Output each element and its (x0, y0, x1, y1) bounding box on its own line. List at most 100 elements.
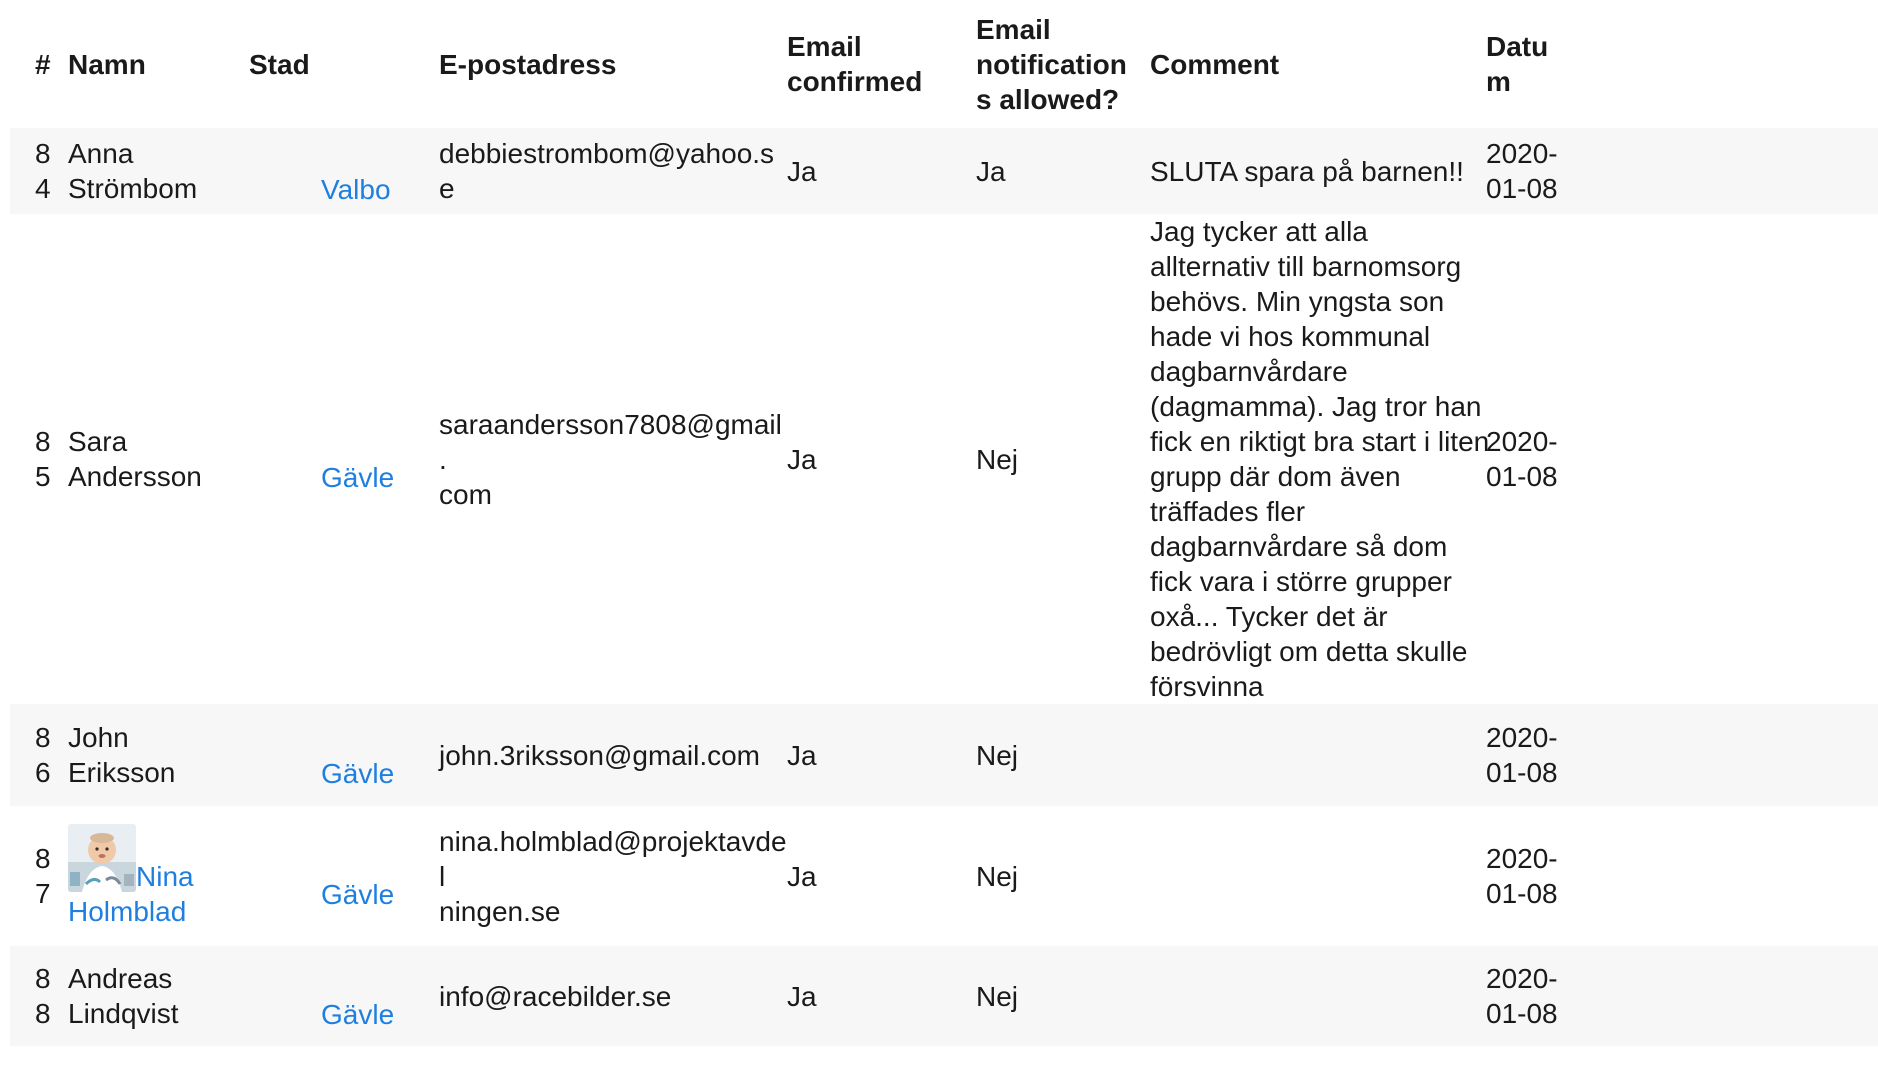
header-comment-label: Comment (1150, 48, 1280, 80)
row-name-line-1[interactable]: Nina (136, 861, 194, 892)
city-link[interactable]: Valbo (321, 174, 391, 205)
row-email-confirmed-text: Ja (787, 860, 817, 892)
header-number[interactable]: # (10, 0, 68, 128)
row-number-line-2: 4 (35, 173, 51, 204)
header-date-label-2: m (1486, 66, 1511, 97)
city-link[interactable]: Gävle (321, 462, 394, 493)
row-city: Gävle (249, 214, 439, 704)
signatures-table: # Namn Stad E-postadress Email confirmed… (10, 0, 1878, 1046)
row-number-line-1: 8 (35, 963, 51, 994)
row-notifications-text: Nej (976, 980, 1019, 1012)
avatar[interactable] (68, 823, 136, 892)
row-comment-text: Jag tycker att alla allternativ till bar… (1150, 216, 1490, 702)
row-city: Gävle (249, 806, 439, 946)
row-email-confirmed: Ja (787, 214, 976, 704)
row-date-line-2: 01-08 (1486, 461, 1558, 492)
table-row: 8 6 John Eriksson Gävle john.3riksson@gm… (10, 704, 1878, 806)
header-email[interactable]: E-postadress (439, 0, 787, 128)
row-date: 2020- 01-08 (1486, 946, 1878, 1046)
row-notifications-text: Ja (976, 155, 1006, 187)
row-name-line-2[interactable]: Holmblad (68, 894, 249, 929)
row-email: saraandersson7808@gmail. com (439, 214, 787, 704)
row-notifications-allowed: Nej (976, 806, 1150, 946)
row-name: Anna Strömbom (68, 128, 249, 214)
row-number: 8 4 (10, 128, 68, 214)
row-email-confirmed-text: Ja (787, 155, 817, 187)
row-date-line-2: 01-08 (1486, 998, 1558, 1029)
row-notifications-text: Nej (976, 739, 1019, 771)
row-number-line-2: 5 (35, 461, 51, 492)
header-city[interactable]: Stad (249, 0, 439, 128)
row-date-line-2: 01-08 (1486, 878, 1558, 909)
row-email: nina.holmblad@projektavdel ningen.se (439, 806, 787, 946)
row-email: info@racebilder.se (439, 946, 787, 1046)
row-email-line-2: com (439, 478, 492, 510)
row-name-line-1: John (68, 722, 129, 753)
signatures-table-wrapper: # Namn Stad E-postadress Email confirmed… (10, 0, 1878, 1046)
row-name-line-1: Andreas (68, 963, 173, 994)
table-row: 8 7 Nina Holmblad Gävle nina.holmblad@pr… (10, 806, 1878, 946)
row-email-confirmed-text: Ja (787, 980, 817, 1012)
row-email: john.3riksson@gmail.com (439, 704, 787, 806)
row-comment: SLUTA spara på barnen!! (1150, 128, 1486, 214)
row-number-line-1: 8 (35, 138, 51, 169)
header-email-confirmed[interactable]: Email confirmed (787, 0, 976, 128)
row-email-confirmed-text: Ja (787, 739, 817, 771)
header-email-confirmed-label-1: Email (787, 31, 862, 62)
row-email-confirmed: Ja (787, 128, 976, 214)
row-date-line-1: 2020- (1486, 722, 1558, 753)
row-email-confirmed: Ja (787, 946, 976, 1046)
row-city: Valbo (249, 128, 439, 214)
header-comment[interactable]: Comment (1150, 0, 1486, 128)
row-email-text: info@racebilder.se (439, 980, 672, 1012)
row-name-line-2: Strömbom (68, 173, 198, 204)
row-number: 8 5 (10, 214, 68, 704)
header-name[interactable]: Namn (68, 0, 249, 128)
row-comment: Jag tycker att alla allternativ till bar… (1150, 214, 1489, 704)
row-date-line-2: 01-08 (1486, 757, 1558, 788)
city-link[interactable]: Gävle (321, 999, 394, 1030)
user-profile-link[interactable]: Nina Holmblad (68, 823, 249, 929)
row-number-line-1: 8 (35, 843, 51, 874)
header-notifications-label-1: Email (976, 13, 1051, 45)
row-notifications-allowed: Nej (976, 946, 1150, 1046)
row-date: 2020- 01-08 (1486, 128, 1878, 214)
row-number-line-2: 8 (35, 998, 51, 1029)
table-row: 8 4 Anna Strömbom Valbo debbiestrombom@y… (10, 128, 1878, 214)
row-date-line-1: 2020- (1486, 963, 1558, 994)
row-number-line-2: 6 (35, 757, 51, 788)
row-email-text: john.3riksson@gmail.com (439, 739, 760, 771)
row-number-line-2: 7 (35, 878, 51, 909)
row-number: 8 8 (10, 946, 68, 1046)
city-link[interactable]: Gävle (321, 879, 394, 910)
header-date[interactable]: Datu m (1486, 0, 1878, 128)
row-notifications-text: Nej (976, 443, 1019, 475)
row-number-line-1: 8 (35, 722, 51, 753)
row-city: Gävle (249, 704, 439, 806)
row-number-line-1: 8 (35, 426, 51, 457)
header-email-confirmed-label-2: confirmed (787, 66, 923, 97)
row-date-line-1: 2020- (1486, 843, 1558, 874)
row-name-line-2: Lindqvist (68, 998, 179, 1029)
header-name-label: Namn (68, 48, 146, 80)
row-email-line-2: ningen.se (439, 895, 561, 927)
row-email-confirmed-text: Ja (787, 443, 817, 475)
row-email-confirmed: Ja (787, 704, 976, 806)
row-comment (1150, 806, 1486, 946)
row-number: 8 6 (10, 704, 68, 806)
row-number: 8 7 (10, 806, 68, 946)
row-name-line-2: Andersson (68, 461, 202, 492)
row-name: Andreas Lindqvist (68, 946, 249, 1046)
row-date: 2020- 01-08 (1486, 214, 1878, 704)
table-row: 8 5 Sara Andersson Gävle saraandersson78… (10, 214, 1878, 704)
row-name: Sara Andersson (68, 214, 249, 704)
row-comment-text: SLUTA spara på barnen!! (1150, 155, 1464, 187)
table-row: 8 8 Andreas Lindqvist Gävle info@racebil… (10, 946, 1878, 1046)
row-notifications-text: Nej (976, 860, 1019, 892)
header-date-label-1: Datu (1486, 31, 1549, 62)
row-email-text: debbiestrombom@yahoo.se (439, 138, 775, 204)
header-notifications-allowed[interactable]: Email notification s allowed? (976, 0, 1150, 128)
header-city-label: Stad (249, 48, 310, 80)
row-date-line-1: 2020- (1486, 138, 1558, 169)
city-link[interactable]: Gävle (321, 758, 394, 789)
